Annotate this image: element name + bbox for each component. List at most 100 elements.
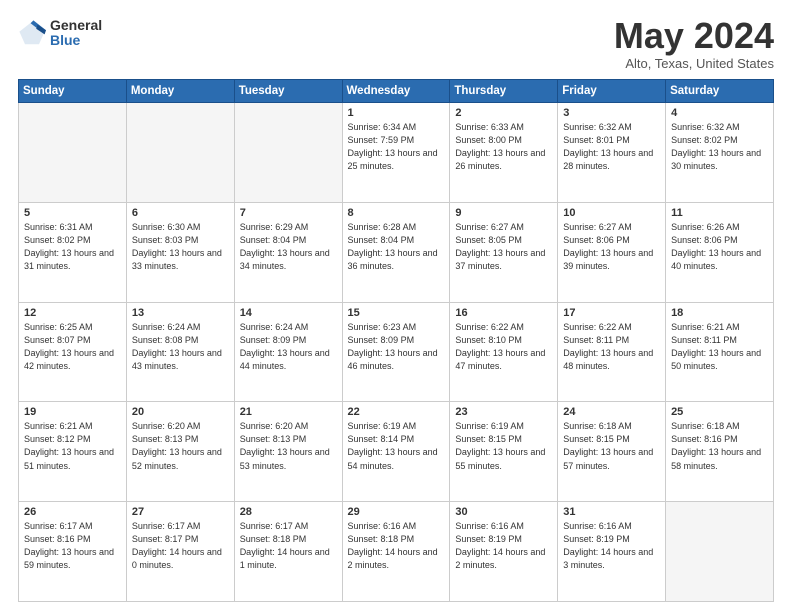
day-info: Sunrise: 6:22 AMSunset: 8:11 PMDaylight:… — [563, 321, 660, 373]
day-info: Sunrise: 6:17 AMSunset: 8:16 PMDaylight:… — [24, 520, 121, 572]
calendar-cell: 19Sunrise: 6:21 AMSunset: 8:12 PMDayligh… — [19, 402, 127, 502]
day-info: Sunrise: 6:30 AMSunset: 8:03 PMDaylight:… — [132, 221, 229, 273]
day-number: 30 — [455, 506, 552, 518]
day-number: 1 — [348, 107, 445, 119]
day-info: Sunrise: 6:26 AMSunset: 8:06 PMDaylight:… — [671, 221, 768, 273]
calendar-header-row: SundayMondayTuesdayWednesdayThursdayFrid… — [19, 80, 774, 103]
day-number: 22 — [348, 406, 445, 418]
calendar-cell: 13 Sunrise: 6:24 AMSunset: 8:08 PMDayligh… — [126, 302, 234, 402]
calendar-cell: 11 Sunrise: 6:26 AMSunset: 8:06 PMDayligh… — [666, 202, 774, 302]
day-info: Sunrise: 6:19 AMSunset: 8:15 PMDaylight:… — [455, 420, 552, 472]
calendar-cell: 25 Sunrise: 6:18 AMSunset: 8:16 PMDayligh… — [666, 402, 774, 502]
calendar-cell: 8 Sunrise: 6:28 AMSunset: 8:04 PMDaylight… — [342, 202, 450, 302]
logo-blue: Blue — [50, 33, 102, 48]
calendar-cell: 16Sunrise: 6:22 AMSunset: 8:10 PMDayligh… — [450, 302, 558, 402]
calendar-cell: 29 Sunrise: 6:16 AMSunset: 8:18 PMDayligh… — [342, 502, 450, 602]
calendar-week-row: 19Sunrise: 6:21 AMSunset: 8:12 PMDayligh… — [19, 402, 774, 502]
day-number: 14 — [240, 307, 337, 319]
day-number: 20 — [132, 406, 229, 418]
day-info: Sunrise: 6:23 AMSunset: 8:09 PMDaylight:… — [348, 321, 445, 373]
calendar-cell: 26 Sunrise: 6:17 AMSunset: 8:16 PMDayligh… — [19, 502, 127, 602]
calendar-cell: 1 Sunrise: 6:34 AMSunset: 7:59 PMDaylight… — [342, 103, 450, 203]
day-number: 11 — [671, 207, 768, 219]
calendar-cell — [126, 103, 234, 203]
day-number: 8 — [348, 207, 445, 219]
calendar-cell: 17Sunrise: 6:22 AMSunset: 8:11 PMDayligh… — [558, 302, 666, 402]
day-info: Sunrise: 6:20 AMSunset: 8:13 PMDaylight:… — [240, 420, 337, 472]
day-header-tuesday: Tuesday — [234, 80, 342, 103]
calendar-cell — [19, 103, 127, 203]
calendar-cell: 5 Sunrise: 6:31 AMSunset: 8:02 PMDaylight… — [19, 202, 127, 302]
calendar-cell: 6 Sunrise: 6:30 AMSunset: 8:03 PMDaylight… — [126, 202, 234, 302]
calendar-week-row: 12 Sunrise: 6:25 AMSunset: 8:07 PMDayligh… — [19, 302, 774, 402]
calendar-cell — [666, 502, 774, 602]
day-header-wednesday: Wednesday — [342, 80, 450, 103]
logo-general: General — [50, 18, 102, 33]
day-info: Sunrise: 6:28 AMSunset: 8:04 PMDaylight:… — [348, 221, 445, 273]
calendar-cell: 27Sunrise: 6:17 AMSunset: 8:17 PMDayligh… — [126, 502, 234, 602]
day-number: 13 — [132, 307, 229, 319]
day-number: 23 — [455, 406, 552, 418]
day-info: Sunrise: 6:21 AMSunset: 8:11 PMDaylight:… — [671, 321, 768, 373]
day-info: Sunrise: 6:18 AMSunset: 8:15 PMDaylight:… — [563, 420, 660, 472]
calendar-cell: 15 Sunrise: 6:23 AMSunset: 8:09 PMDayligh… — [342, 302, 450, 402]
day-info: Sunrise: 6:29 AMSunset: 8:04 PMDaylight:… — [240, 221, 337, 273]
day-info: Sunrise: 6:27 AMSunset: 8:06 PMDaylight:… — [563, 221, 660, 273]
day-info: Sunrise: 6:16 AMSunset: 8:19 PMDaylight:… — [563, 520, 660, 572]
day-info: Sunrise: 6:25 AMSunset: 8:07 PMDaylight:… — [24, 321, 121, 373]
day-header-sunday: Sunday — [19, 80, 127, 103]
location: Alto, Texas, United States — [614, 56, 774, 71]
day-info: Sunrise: 6:19 AMSunset: 8:14 PMDaylight:… — [348, 420, 445, 472]
day-number: 5 — [24, 207, 121, 219]
day-number: 16 — [455, 307, 552, 319]
day-number: 3 — [563, 107, 660, 119]
day-header-friday: Friday — [558, 80, 666, 103]
day-info: Sunrise: 6:18 AMSunset: 8:16 PMDaylight:… — [671, 420, 768, 472]
day-info: Sunrise: 6:20 AMSunset: 8:13 PMDaylight:… — [132, 420, 229, 472]
page: General Blue May 2024 Alto, Texas, Unite… — [0, 0, 792, 612]
day-number: 7 — [240, 207, 337, 219]
day-info: Sunrise: 6:17 AMSunset: 8:18 PMDaylight:… — [240, 520, 337, 572]
calendar-cell: 24 Sunrise: 6:18 AMSunset: 8:15 PMDayligh… — [558, 402, 666, 502]
day-number: 2 — [455, 107, 552, 119]
calendar-cell: 21Sunrise: 6:20 AMSunset: 8:13 PMDayligh… — [234, 402, 342, 502]
logo-text: General Blue — [50, 18, 102, 49]
day-info: Sunrise: 6:32 AMSunset: 8:01 PMDaylight:… — [563, 121, 660, 173]
calendar-cell: 14 Sunrise: 6:24 AMSunset: 8:09 PMDayligh… — [234, 302, 342, 402]
day-header-saturday: Saturday — [666, 80, 774, 103]
day-number: 26 — [24, 506, 121, 518]
title-block: May 2024 Alto, Texas, United States — [614, 18, 774, 71]
day-number: 4 — [671, 107, 768, 119]
day-number: 15 — [348, 307, 445, 319]
day-header-thursday: Thursday — [450, 80, 558, 103]
calendar-cell: 28 Sunrise: 6:17 AMSunset: 8:18 PMDayligh… — [234, 502, 342, 602]
day-info: Sunrise: 6:24 AMSunset: 8:08 PMDaylight:… — [132, 321, 229, 373]
calendar-cell: 7 Sunrise: 6:29 AMSunset: 8:04 PMDaylight… — [234, 202, 342, 302]
day-number: 31 — [563, 506, 660, 518]
calendar-cell: 22 Sunrise: 6:19 AMSunset: 8:14 PMDayligh… — [342, 402, 450, 502]
calendar-cell: 2Sunrise: 6:33 AMSunset: 8:00 PMDaylight… — [450, 103, 558, 203]
month-title: May 2024 — [614, 18, 774, 54]
day-info: Sunrise: 6:34 AMSunset: 7:59 PMDaylight:… — [348, 121, 445, 173]
day-info: Sunrise: 6:24 AMSunset: 8:09 PMDaylight:… — [240, 321, 337, 373]
calendar-week-row: 5 Sunrise: 6:31 AMSunset: 8:02 PMDaylight… — [19, 202, 774, 302]
day-number: 6 — [132, 207, 229, 219]
day-number: 29 — [348, 506, 445, 518]
day-number: 19 — [24, 406, 121, 418]
calendar-cell — [234, 103, 342, 203]
calendar-cell: 20 Sunrise: 6:20 AMSunset: 8:13 PMDayligh… — [126, 402, 234, 502]
day-number: 25 — [671, 406, 768, 418]
day-number: 28 — [240, 506, 337, 518]
day-number: 18 — [671, 307, 768, 319]
header: General Blue May 2024 Alto, Texas, Unite… — [18, 18, 774, 71]
calendar-week-row: 1 Sunrise: 6:34 AMSunset: 7:59 PMDaylight… — [19, 103, 774, 203]
calendar-cell: 9Sunrise: 6:27 AMSunset: 8:05 PMDaylight… — [450, 202, 558, 302]
calendar-cell: 30 Sunrise: 6:16 AMSunset: 8:19 PMDayligh… — [450, 502, 558, 602]
day-info: Sunrise: 6:16 AMSunset: 8:18 PMDaylight:… — [348, 520, 445, 572]
day-info: Sunrise: 6:31 AMSunset: 8:02 PMDaylight:… — [24, 221, 121, 273]
day-header-monday: Monday — [126, 80, 234, 103]
calendar: SundayMondayTuesdayWednesdayThursdayFrid… — [18, 79, 774, 602]
day-number: 24 — [563, 406, 660, 418]
day-info: Sunrise: 6:16 AMSunset: 8:19 PMDaylight:… — [455, 520, 552, 572]
day-number: 12 — [24, 307, 121, 319]
